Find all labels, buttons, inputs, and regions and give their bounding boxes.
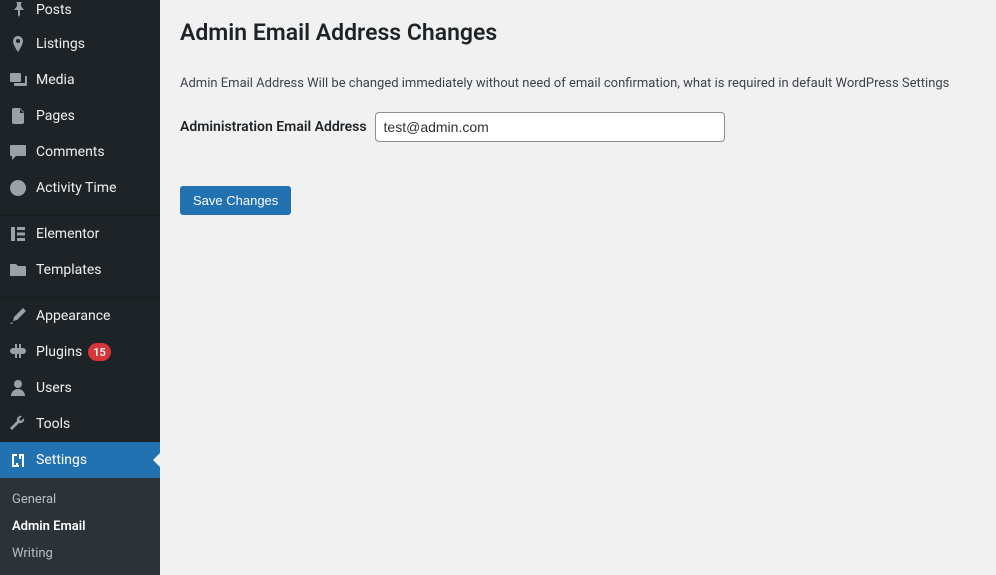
plugins-update-badge: 15 (88, 343, 111, 361)
brush-icon (8, 306, 28, 326)
sidebar-item-label: Listings (36, 36, 85, 52)
email-field-row: Administration Email Address (180, 112, 976, 142)
sidebar-item-users[interactable]: Users (0, 370, 160, 406)
sidebar-item-label: Appearance (36, 308, 110, 324)
pages-icon (8, 106, 28, 126)
sidebar-item-tools[interactable]: Tools (0, 406, 160, 442)
sidebar-item-plugins[interactable]: Plugins 15 (0, 334, 160, 370)
plugin-icon (8, 342, 28, 362)
admin-sidebar: Posts Listings Media Pages Comments Acti… (0, 0, 160, 551)
sidebar-item-appearance[interactable]: Appearance (0, 298, 160, 334)
user-icon (8, 378, 28, 398)
sidebar-item-label: Pages (36, 108, 75, 124)
sidebar-item-listings[interactable]: Listings (0, 26, 160, 62)
sidebar-item-comments[interactable]: Comments (0, 134, 160, 170)
sidebar-item-label: Users (36, 380, 72, 396)
sidebar-item-label: Media (36, 72, 75, 88)
clock-icon (8, 178, 28, 198)
folder-icon (8, 260, 28, 280)
sidebar-item-label: Elementor (36, 226, 99, 242)
sidebar-item-elementor[interactable]: Elementor (0, 216, 160, 252)
email-field-label: Administration Email Address (180, 119, 367, 135)
comments-icon (8, 142, 28, 162)
wrench-icon (8, 414, 28, 434)
sidebar-item-label: Settings (36, 452, 87, 468)
submenu-item-general[interactable]: General (0, 486, 160, 513)
sidebar-item-label: Comments (36, 144, 105, 160)
settings-icon (8, 450, 28, 470)
page-description: Admin Email Address Will be changed imme… (180, 74, 976, 94)
sidebar-item-activity-time[interactable]: Activity Time (0, 170, 160, 206)
submenu-item-admin-email[interactable]: Admin Email (0, 513, 160, 540)
settings-submenu: General Admin Email Writing (0, 478, 160, 575)
submenu-item-writing[interactable]: Writing (0, 540, 160, 567)
sidebar-item-settings[interactable]: Settings (0, 442, 160, 478)
page-title: Admin Email Address Changes (180, 10, 976, 50)
main-content: Admin Email Address Changes Admin Email … (160, 0, 996, 551)
pin-icon (8, 0, 28, 20)
save-changes-button[interactable]: Save Changes (180, 186, 291, 215)
sidebar-item-label: Posts (36, 2, 72, 18)
sidebar-item-label: Tools (36, 416, 70, 432)
sidebar-item-pages[interactable]: Pages (0, 98, 160, 134)
admin-email-input[interactable] (375, 112, 725, 142)
sidebar-item-media[interactable]: Media (0, 62, 160, 98)
sidebar-item-templates[interactable]: Templates (0, 252, 160, 288)
media-icon (8, 70, 28, 90)
sidebar-item-label: Templates (36, 262, 102, 278)
elementor-icon (8, 224, 28, 244)
sidebar-item-label: Activity Time (36, 180, 117, 196)
location-icon (8, 34, 28, 54)
sidebar-item-posts[interactable]: Posts (0, 0, 160, 26)
sidebar-item-label: Plugins (36, 344, 82, 360)
